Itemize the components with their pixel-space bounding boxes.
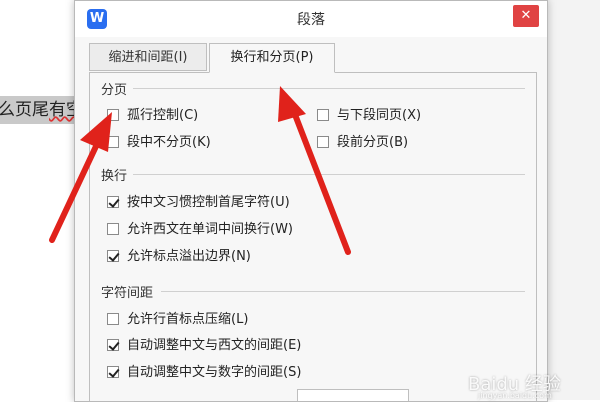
checkbox[interactable] [107,313,119,325]
watermark-url: jingyan.baidu.com [478,391,552,400]
dialog-titlebar[interactable]: W 段落 ✕ [75,1,547,37]
section-label-pagination: 分页 [101,83,128,98]
option-label: 自动调整中文与数字的间距(S) [127,365,302,380]
option-hanging-punctuation[interactable]: 允许标点溢出边界(N) [107,247,251,267]
option-page-break-before[interactable]: 段前分页(B) [317,133,408,153]
checkbox[interactable] [317,109,329,121]
checkbox[interactable] [107,223,119,235]
option-label: 与下段同页(X) [337,108,422,123]
divider [133,88,525,89]
tab-indent-spacing[interactable]: 缩进和间距(I) [89,43,207,71]
checkbox[interactable] [107,366,119,378]
dialog-title: 段落 [297,12,325,28]
option-label: 允许标点溢出边界(N) [127,249,251,264]
option-widow-control[interactable]: 孤行控制(C) [107,106,198,126]
option-label: 孤行控制(C) [127,108,199,123]
checkbox[interactable] [107,109,119,121]
option-auto-space-cjk-digits[interactable]: 自动调整中文与数字的间距(S) [107,363,301,383]
checkbox[interactable] [317,136,329,148]
section-label-line-break: 换行 [101,169,128,184]
tab-line-page-breaks[interactable]: 换行和分页(P) [209,43,335,73]
paragraph-dialog: W 段落 ✕ 缩进和间距(I) 换行和分页(P) 分页 孤行控制(C) 与下段同… [74,0,548,402]
document-page [0,0,78,400]
section-label-char-spacing: 字符间距 [101,286,154,301]
document-selected-text[interactable]: 么页尾有空 [0,96,78,124]
divider [133,174,525,175]
option-keep-with-next[interactable]: 与下段同页(X) [317,106,421,126]
option-compress-leading-punctuation[interactable]: 允许行首标点压缩(L) [107,310,248,330]
option-label: 允许行首标点压缩(L) [127,312,249,327]
alignment-dropdown[interactable] [297,389,409,401]
close-button[interactable]: ✕ [513,5,539,27]
option-chinese-first-last-char[interactable]: 按中文习惯控制首尾字符(U) [107,193,290,213]
checkbox[interactable] [107,339,119,351]
checkbox[interactable] [107,136,119,148]
divider [161,291,525,292]
option-keep-lines-together[interactable]: 段中不分页(K) [107,133,211,153]
option-label: 按中文习惯控制首尾字符(U) [127,195,290,210]
option-auto-space-cjk-latin[interactable]: 自动调整中文与西文的间距(E) [107,336,301,356]
option-western-word-wrap[interactable]: 允许西文在单词中间换行(W) [107,220,293,240]
option-label: 允许西文在单词中间换行(W) [127,222,293,237]
option-label: 段前分页(B) [337,135,409,150]
option-label: 自动调整中文与西文的间距(E) [127,338,302,353]
document-text: 么页尾 [0,100,49,120]
checkbox[interactable] [107,250,119,262]
checkbox[interactable] [107,196,119,208]
option-label: 段中不分页(K) [127,135,211,150]
